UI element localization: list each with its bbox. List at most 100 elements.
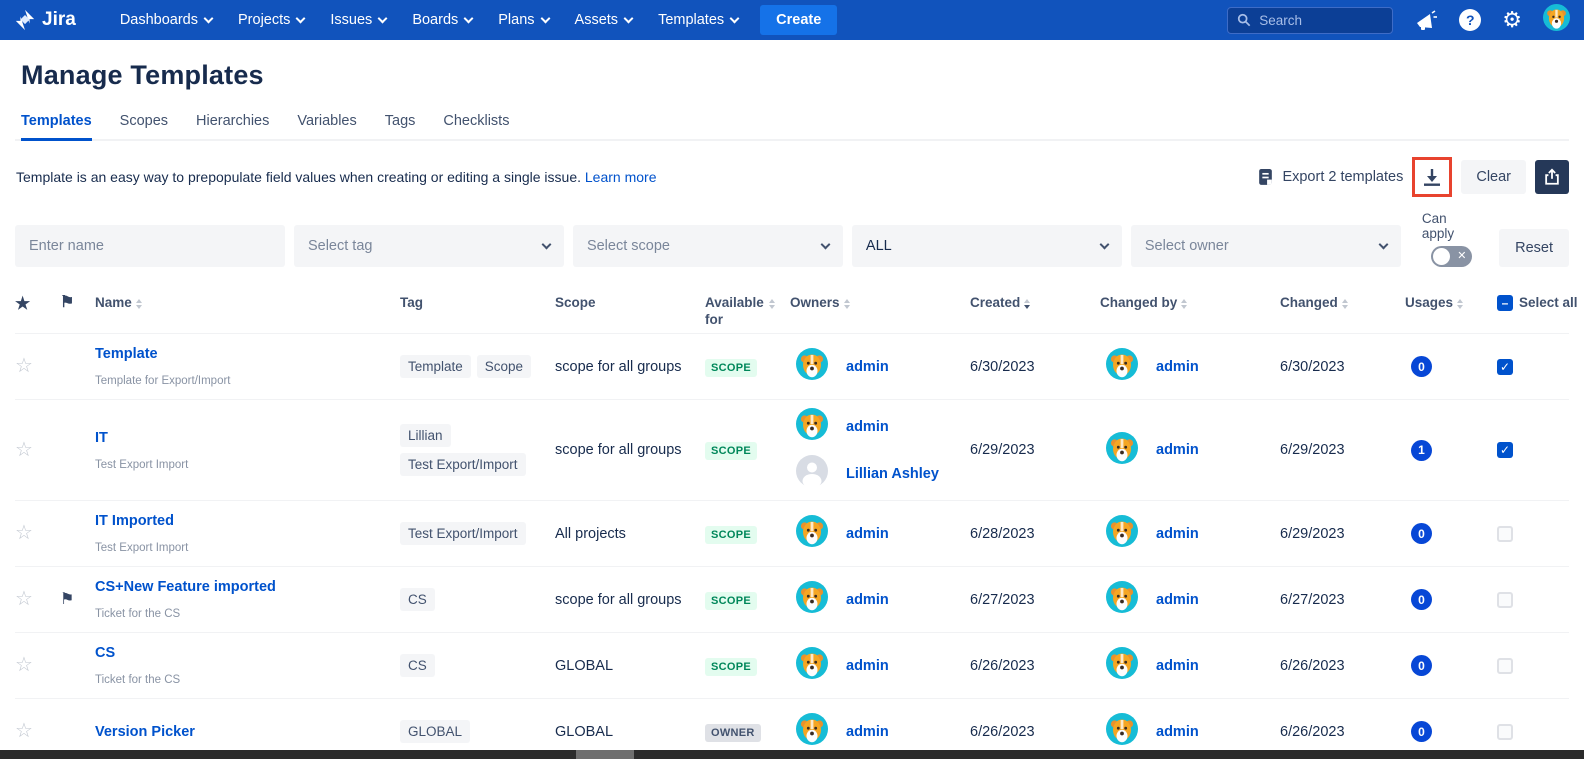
owner-link[interactable]: admin — [846, 419, 889, 435]
tag-chip[interactable]: Lillian — [400, 424, 451, 447]
name-cell: IT ImportedTest Export Import — [95, 501, 400, 566]
tab-checklists[interactable]: Checklists — [443, 105, 509, 139]
star-cell: ☆ — [15, 721, 60, 742]
flag-icon[interactable]: ⚑ — [60, 591, 74, 608]
favorite-star-icon[interactable]: ☆ — [15, 588, 33, 610]
header-created[interactable]: Created — [970, 295, 1100, 312]
select-all-checkbox[interactable]: – — [1497, 295, 1513, 311]
template-name-link[interactable]: CS+New Feature imported — [95, 579, 400, 595]
favorite-star-icon[interactable]: ☆ — [15, 720, 33, 742]
tab-templates[interactable]: Templates — [21, 105, 92, 139]
help-button[interactable]: ? — [1459, 9, 1481, 31]
nav-item-projects[interactable]: Projects — [228, 6, 314, 34]
favorite-star-icon[interactable]: ☆ — [15, 355, 33, 377]
owner-link[interactable]: admin — [846, 724, 889, 740]
owner-link[interactable]: admin — [846, 592, 889, 608]
nav-item-assets[interactable]: Assets — [565, 6, 643, 34]
changed-by-link[interactable]: admin — [1156, 359, 1199, 375]
row-checkbox[interactable] — [1497, 658, 1513, 674]
scrollbar-thumb[interactable] — [576, 750, 634, 759]
flag-column-header[interactable]: ⚑ — [60, 295, 95, 311]
search-box[interactable] — [1227, 7, 1393, 34]
header-tag[interactable]: Tag — [400, 295, 555, 312]
tag-chip[interactable]: GLOBAL — [400, 720, 470, 743]
tag-chip[interactable]: CS — [400, 588, 435, 611]
owner-filter-select[interactable]: Select owner — [1131, 225, 1401, 267]
usages-badge[interactable]: 1 — [1411, 440, 1432, 461]
usages-badge[interactable]: 0 — [1411, 523, 1432, 544]
row-checkbox[interactable] — [1497, 526, 1513, 542]
user-avatar[interactable] — [1543, 4, 1570, 36]
star-cell: ☆ — [15, 589, 60, 610]
tag-filter-select[interactable]: Select tag — [294, 225, 564, 267]
settings-button[interactable]: ⚙ — [1502, 9, 1522, 31]
learn-more-link[interactable]: Learn more — [585, 169, 657, 185]
tab-hierarchies[interactable]: Hierarchies — [196, 105, 269, 139]
template-name-link[interactable]: Version Picker — [95, 724, 400, 740]
dog-avatar-icon — [1106, 581, 1138, 613]
changed-by-link[interactable]: admin — [1156, 658, 1199, 674]
tab-variables[interactable]: Variables — [297, 105, 356, 139]
reset-button[interactable]: Reset — [1499, 229, 1569, 267]
announcements-button[interactable] — [1414, 8, 1438, 32]
template-name-link[interactable]: IT Imported — [95, 513, 400, 529]
favorite-star-icon[interactable]: ☆ — [15, 654, 33, 676]
tag-chip[interactable]: Template — [400, 355, 471, 378]
nav-item-templates[interactable]: Templates — [648, 6, 748, 34]
jira-logo[interactable]: Jira — [14, 9, 76, 31]
tag-chip[interactable]: Scope — [477, 355, 531, 378]
usages-badge[interactable]: 0 — [1411, 655, 1432, 676]
row-checkbox[interactable] — [1497, 724, 1513, 740]
export-templates-button[interactable]: Export 2 templates — [1257, 168, 1403, 187]
header-usages[interactable]: Usages — [1405, 295, 1495, 312]
owner-link[interactable]: Lillian Ashley — [846, 466, 939, 482]
changed-by-link[interactable]: admin — [1156, 724, 1199, 740]
table-header: ★ ⚑ Name Tag Scope Available for Owners … — [15, 285, 1569, 333]
flag-cell: ⚑ — [60, 591, 95, 609]
name-filter-input[interactable] — [29, 238, 271, 254]
search-input[interactable] — [1259, 13, 1379, 28]
nav-item-issues[interactable]: Issues — [320, 6, 396, 34]
header-available-for[interactable]: Available for — [705, 295, 775, 329]
nav-item-boards[interactable]: Boards — [402, 6, 482, 34]
nav-item-dashboards[interactable]: Dashboards — [110, 6, 222, 34]
owner-link[interactable]: admin — [846, 359, 889, 375]
favorite-star-icon[interactable]: ☆ — [15, 522, 33, 544]
usages-badge[interactable]: 0 — [1411, 721, 1432, 742]
template-name-link[interactable]: CS — [95, 645, 400, 661]
scope-filter-select[interactable]: Select scope — [573, 225, 843, 267]
tab-scopes[interactable]: Scopes — [120, 105, 168, 139]
created-date: 6/29/2023 — [970, 442, 1100, 458]
horizontal-scrollbar[interactable] — [0, 750, 1584, 759]
header-changed-by[interactable]: Changed by — [1100, 295, 1280, 312]
row-checkbox[interactable] — [1497, 592, 1513, 608]
row-checkbox[interactable]: ✓ — [1497, 442, 1513, 458]
tag-chip[interactable]: Test Export/Import — [400, 453, 526, 476]
tag-chip[interactable]: Test Export/Import — [400, 522, 526, 545]
header-owners[interactable]: Owners — [790, 295, 970, 312]
changed-by-link[interactable]: admin — [1156, 526, 1199, 542]
nav-item-plans[interactable]: Plans — [488, 6, 558, 34]
owner-link[interactable]: admin — [846, 526, 889, 542]
can-apply-toggle[interactable]: ✕ — [1431, 246, 1472, 267]
share-button[interactable] — [1535, 160, 1569, 194]
download-button[interactable] — [1416, 161, 1448, 193]
type-filter-select[interactable]: ALL — [852, 225, 1122, 267]
tag-chip[interactable]: CS — [400, 654, 435, 677]
tab-tags[interactable]: Tags — [385, 105, 416, 139]
row-checkbox[interactable]: ✓ — [1497, 359, 1513, 375]
clear-button[interactable]: Clear — [1461, 160, 1526, 194]
template-name-link[interactable]: Template — [95, 346, 400, 362]
usages-badge[interactable]: 0 — [1411, 356, 1432, 377]
usages-badge[interactable]: 0 — [1411, 589, 1432, 610]
header-changed[interactable]: Changed — [1280, 295, 1405, 312]
changed-by-link[interactable]: admin — [1156, 442, 1199, 458]
changed-by-link[interactable]: admin — [1156, 592, 1199, 608]
template-name-link[interactable]: IT — [95, 430, 400, 446]
header-scope[interactable]: Scope — [555, 295, 705, 312]
favorite-star-icon[interactable]: ☆ — [15, 439, 33, 461]
header-name[interactable]: Name — [95, 295, 400, 312]
star-column-header[interactable]: ★ — [15, 295, 60, 312]
create-button[interactable]: Create — [760, 5, 837, 35]
owner-link[interactable]: admin — [846, 658, 889, 674]
